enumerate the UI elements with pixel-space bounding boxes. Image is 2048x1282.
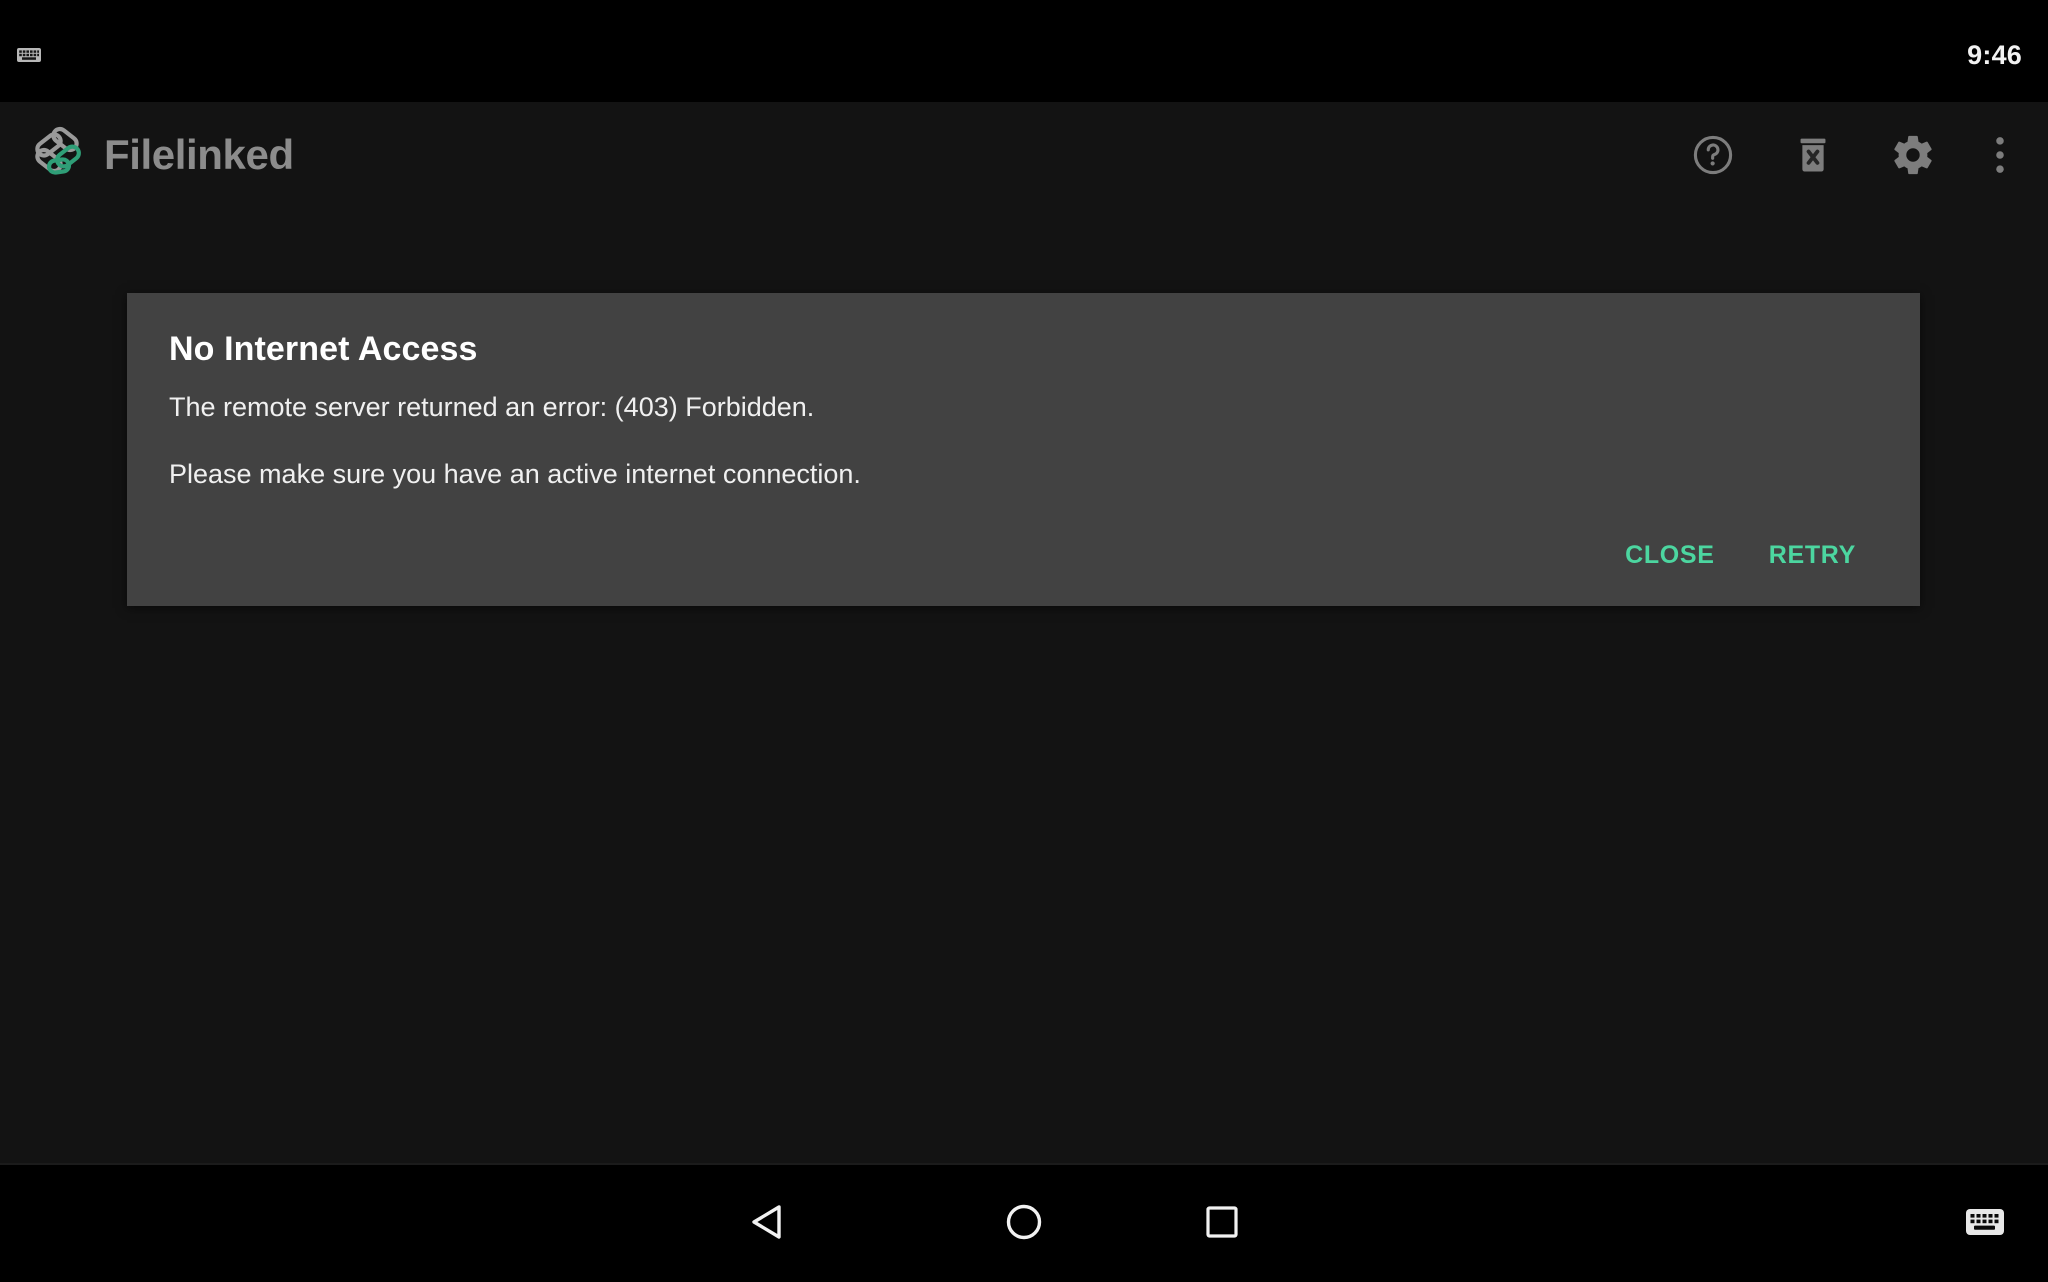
help-circle-icon bbox=[1691, 133, 1735, 177]
nav-home-button[interactable] bbox=[949, 1165, 1099, 1282]
settings-button[interactable] bbox=[1874, 116, 1952, 194]
app-bar-actions bbox=[1674, 116, 2026, 194]
no-internet-dialog: No Internet Access The remote server ret… bbox=[127, 293, 1920, 606]
status-bar-clock: 9:46 bbox=[1967, 39, 2022, 70]
back-triangle-icon bbox=[748, 1204, 782, 1243]
keyboard-switcher-icon bbox=[1964, 1206, 2006, 1241]
dialog-message-line-1: The remote server returned an error: (40… bbox=[169, 392, 815, 423]
navigation-bar bbox=[0, 1163, 2048, 1280]
dialog-actions: CLOSE RETRY bbox=[167, 529, 1880, 582]
recents-square-icon bbox=[1205, 1205, 1239, 1242]
app-bar: Filelinked bbox=[0, 102, 2048, 208]
ime-switcher-button[interactable] bbox=[1930, 1165, 2040, 1282]
more-options-button[interactable] bbox=[1974, 116, 2026, 194]
dialog-title: No Internet Access bbox=[169, 330, 478, 368]
overflow-menu-icon bbox=[1983, 133, 2017, 177]
gear-icon bbox=[1890, 132, 1936, 178]
dialog-message-line-2: Please make sure you have an active inte… bbox=[169, 458, 861, 489]
clear-button[interactable] bbox=[1774, 116, 1852, 194]
close-button[interactable]: CLOSE bbox=[1607, 529, 1733, 582]
device-screen: 9:46 Filelinked No Internet Access The r… bbox=[0, 0, 2048, 1280]
keyboard-icon bbox=[16, 46, 42, 69]
status-bar: 9:46 bbox=[0, 0, 2048, 102]
app-brand: Filelinked bbox=[30, 124, 294, 187]
home-circle-icon bbox=[1005, 1203, 1043, 1244]
trash-delete-icon bbox=[1791, 133, 1835, 177]
nav-back-button[interactable] bbox=[690, 1165, 840, 1282]
nav-recents-button[interactable] bbox=[1147, 1165, 1297, 1282]
filelinked-logo-icon bbox=[30, 124, 88, 187]
status-bar-left bbox=[16, 46, 42, 69]
help-button[interactable] bbox=[1674, 116, 1752, 194]
app-title: Filelinked bbox=[104, 131, 294, 178]
retry-button[interactable]: RETRY bbox=[1751, 529, 1874, 582]
